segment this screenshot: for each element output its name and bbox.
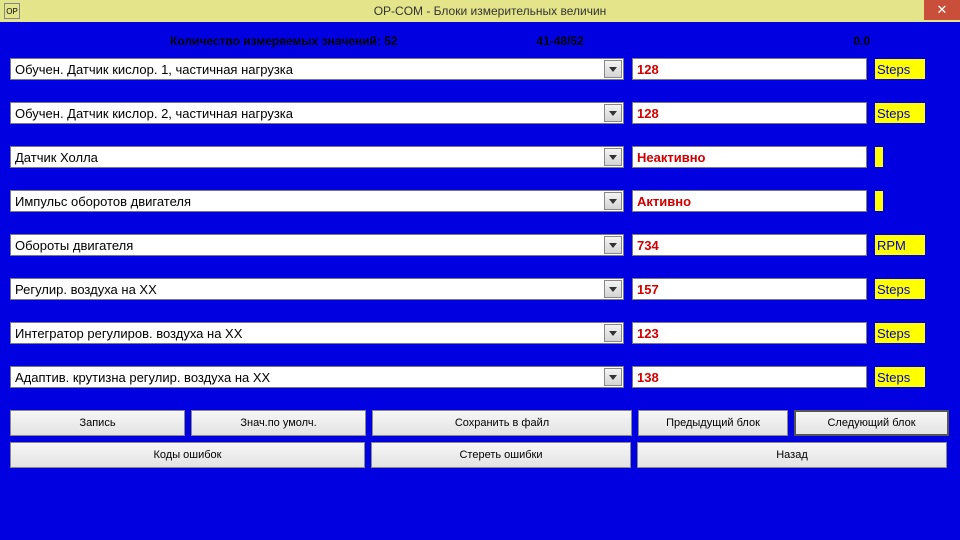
unit-label xyxy=(875,147,883,167)
close-button[interactable]: ✕ xyxy=(924,0,960,20)
value-field: Неактивно xyxy=(632,146,867,168)
unit-label: Steps xyxy=(875,103,925,123)
param-select[interactable]: Интегратор регулиров. воздуха на ХХ xyxy=(10,322,624,344)
param-label: Адаптив. крутизна регулир. воздуха на ХХ xyxy=(15,370,270,385)
error-codes-button[interactable]: Коды ошибок xyxy=(10,442,365,468)
clear-errors-button[interactable]: Стереть ошибки xyxy=(371,442,631,468)
param-select[interactable]: Регулир. воздуха на ХХ xyxy=(10,278,624,300)
unit-label: RPM xyxy=(875,235,925,255)
button-row-2: Коды ошибок Стереть ошибки Назад xyxy=(10,442,950,468)
value-field: 734 xyxy=(632,234,867,256)
param-select[interactable]: Обороты двигателя xyxy=(10,234,624,256)
value-field: 123 xyxy=(632,322,867,344)
unit-label: Steps xyxy=(875,279,925,299)
range-label: 41-48/52 xyxy=(536,34,762,48)
unit-label: Steps xyxy=(875,323,925,343)
param-select[interactable]: Импульс оборотов двигателя xyxy=(10,190,624,212)
measurement-row: Регулир. воздуха на ХХ 157 Steps xyxy=(10,278,950,300)
window-title: OP-COM - Блоки измерительных величин xyxy=(20,4,960,18)
value-field: Активно xyxy=(632,190,867,212)
measurement-row: Адаптив. крутизна регулир. воздуха на ХХ… xyxy=(10,366,950,388)
param-label: Импульс оборотов двигателя xyxy=(15,194,191,209)
unit-label: Steps xyxy=(875,59,925,79)
chevron-down-icon[interactable] xyxy=(604,280,622,298)
save-file-button[interactable]: Сохранить в файл xyxy=(372,410,632,436)
value-field: 128 xyxy=(632,102,867,124)
value-field: 157 xyxy=(632,278,867,300)
measurement-row: Обороты двигателя 734 RPM xyxy=(10,234,950,256)
titlebar: OP OP-COM - Блоки измерительных величин … xyxy=(0,0,960,22)
measurement-row: Интегратор регулиров. воздуха на ХХ 123 St… xyxy=(10,322,950,344)
record-button[interactable]: Запись xyxy=(10,410,185,436)
param-label: Обучен. Датчик кислор. 2, частичная нагр… xyxy=(15,106,293,121)
chevron-down-icon[interactable] xyxy=(604,60,622,78)
close-icon: ✕ xyxy=(937,2,948,18)
prev-block-button[interactable]: Предыдущий блок xyxy=(638,410,788,436)
measurement-row: Датчик Холла Неактивно xyxy=(10,146,950,168)
param-label: Обороты двигателя xyxy=(15,238,133,253)
timer-label: 0.0 xyxy=(762,34,950,48)
unit-label: Steps xyxy=(875,367,925,387)
count-label: Количество измеряемых значений: 52 xyxy=(10,34,536,48)
button-rows: Запись Знач.по умолч. Сохранить в файл П… xyxy=(10,410,950,468)
main-panel: Количество измеряемых значений: 52 41-48… xyxy=(0,22,960,540)
button-row-1: Запись Знач.по умолч. Сохранить в файл П… xyxy=(10,410,950,436)
chevron-down-icon[interactable] xyxy=(604,148,622,166)
defaults-button[interactable]: Знач.по умолч. xyxy=(191,410,366,436)
unit-label xyxy=(875,191,883,211)
next-block-button[interactable]: Следующий блок xyxy=(794,410,949,436)
param-select[interactable]: Обучен. Датчик кислор. 2, частичная нагр… xyxy=(10,102,624,124)
chevron-down-icon[interactable] xyxy=(604,104,622,122)
chevron-down-icon[interactable] xyxy=(604,324,622,342)
back-button[interactable]: Назад xyxy=(637,442,947,468)
param-label: Датчик Холла xyxy=(15,150,98,165)
measurement-row: Импульс оборотов двигателя Активно xyxy=(10,190,950,212)
chevron-down-icon[interactable] xyxy=(604,236,622,254)
param-label: Интегратор регулиров. воздуха на ХХ xyxy=(15,326,242,341)
param-select[interactable]: Обучен. Датчик кислор. 1, частичная нагр… xyxy=(10,58,624,80)
measurement-row: Обучен. Датчик кислор. 2, частичная нагр… xyxy=(10,102,950,124)
param-select[interactable]: Датчик Холла xyxy=(10,146,624,168)
param-label: Регулир. воздуха на ХХ xyxy=(15,282,157,297)
chevron-down-icon[interactable] xyxy=(604,192,622,210)
chevron-down-icon[interactable] xyxy=(604,368,622,386)
app-icon: OP xyxy=(4,3,20,19)
measurement-row: Обучен. Датчик кислор. 1, частичная нагр… xyxy=(10,58,950,80)
value-field: 138 xyxy=(632,366,867,388)
param-select[interactable]: Адаптив. крутизна регулир. воздуха на ХХ xyxy=(10,366,624,388)
header-row: Количество измеряемых значений: 52 41-48… xyxy=(10,30,950,58)
value-field: 128 xyxy=(632,58,867,80)
param-label: Обучен. Датчик кислор. 1, частичная нагр… xyxy=(15,62,293,77)
